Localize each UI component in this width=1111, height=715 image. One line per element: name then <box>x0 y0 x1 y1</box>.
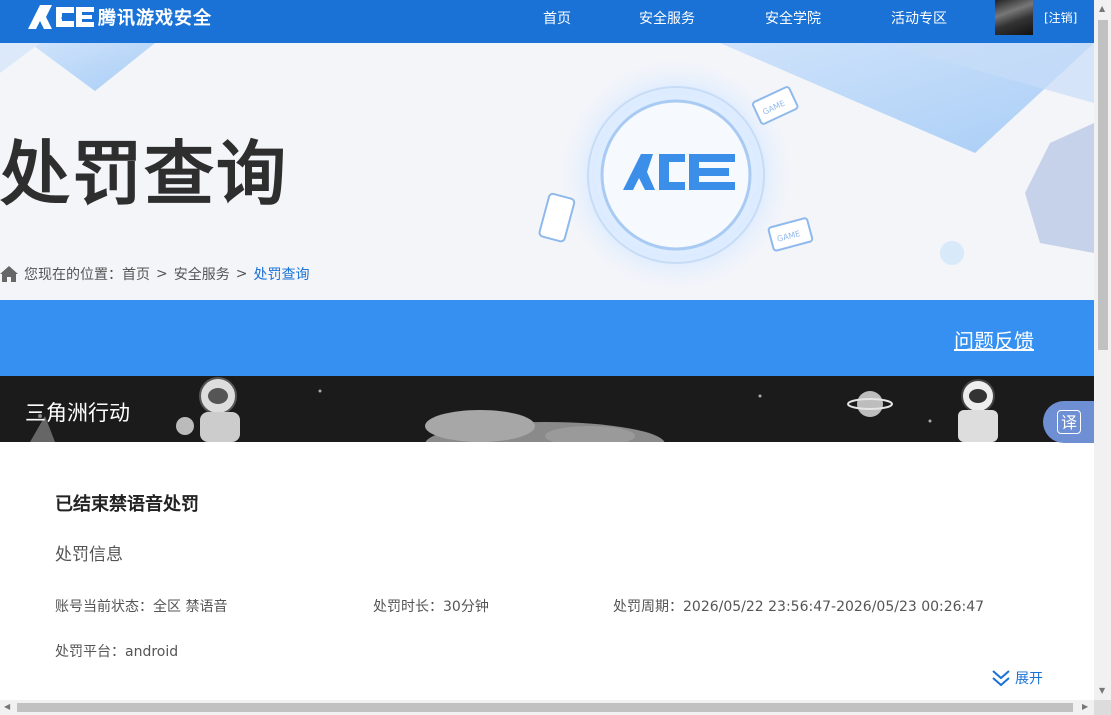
breadcrumb-current: 处罚查询 <box>253 267 310 283</box>
breadcrumb-separator: > <box>235 266 248 282</box>
ace-logo-icon: ACE <box>28 5 94 29</box>
vertical-scrollbar-thumb[interactable] <box>1098 20 1108 350</box>
translate-button[interactable]: 译 <box>1043 401 1094 443</box>
decor-figure <box>1025 123 1094 253</box>
feedback-link[interactable]: 问题反馈 <box>954 325 1034 354</box>
top-nav-bar: ACE 腾讯游戏安全 首页 安全服务 安全学院 活动专区 [注销] <box>0 0 1094 43</box>
decor-bubble <box>940 241 964 265</box>
phone-icon <box>538 192 576 243</box>
scroll-right-arrow-icon[interactable]: ▶ <box>1082 703 1088 711</box>
nav-item-security-service[interactable]: 安全服务 <box>639 8 695 28</box>
translate-icon: 译 <box>1057 410 1081 434</box>
expand-button[interactable]: 展开 <box>991 668 1043 688</box>
nav-item-home[interactable]: 首页 <box>543 8 571 28</box>
expand-label: 展开 <box>1015 671 1043 687</box>
page: ACE 腾讯游戏安全 首页 安全服务 安全学院 活动专区 [注销] GAME G… <box>0 0 1094 700</box>
logout-link[interactable]: [注销] <box>1044 9 1077 26</box>
brand-logo[interactable]: ACE 腾讯游戏安全 <box>26 2 212 32</box>
user-avatar[interactable] <box>995 0 1033 35</box>
scrollbar-corner <box>1094 700 1111 715</box>
astronaut-right-icon <box>958 379 998 442</box>
spaceship-icon <box>425 410 665 442</box>
planet-icon <box>847 391 893 417</box>
nav-item-events[interactable]: 活动专区 <box>891 8 947 28</box>
scroll-up-arrow-icon[interactable]: ▲ <box>1099 5 1105 13</box>
punishment-status-title: 已结束禁语音处罚 <box>55 494 199 515</box>
double-chevron-down-icon <box>992 670 1010 687</box>
breadcrumb: 您现在的位置： 首页 > 安全服务 > 处罚查询 <box>0 264 309 284</box>
decor-triangle-corner <box>0 43 40 73</box>
breadcrumb-prefix: 您现在的位置： <box>24 267 122 283</box>
logo-mark-text: ACE <box>61 15 71 21</box>
punishment-period: 处罚周期：2026/05/22 23:56:47-2026/05/23 00:2… <box>613 599 985 615</box>
feedback-bar: 问题反馈 <box>0 300 1094 376</box>
nav-item-security-academy[interactable]: 安全学院 <box>765 8 821 28</box>
punishment-details: 已结束禁语音处罚 处罚信息 账号当前状态：全区 禁语音 处罚时长：30分钟 处罚… <box>0 442 1094 700</box>
scroll-down-arrow-icon[interactable]: ▼ <box>1099 687 1105 695</box>
astronaut-left-icon <box>176 377 240 442</box>
punishment-duration: 处罚时长：30分钟 <box>373 599 489 615</box>
brand-name: 腾讯游戏安全 <box>98 8 212 29</box>
breadcrumb-security-service[interactable]: 安全服务 <box>174 264 230 284</box>
account-status: 账号当前状态：全区 禁语音 <box>55 599 228 615</box>
breadcrumb-home[interactable]: 首页 <box>122 264 150 284</box>
game-banner: 三角洲行动 <box>0 376 1094 442</box>
hero-banner: GAME GAME 处罚查询 您现在的位置： 首页 > 安全服务 > 处罚查询 <box>0 43 1094 300</box>
page-title: 处罚查询 <box>0 133 288 215</box>
decor-triangle-left <box>30 43 155 91</box>
punishment-info-heading: 处罚信息 <box>55 545 123 565</box>
game-banner-art <box>30 377 998 442</box>
game-name: 三角洲行动 <box>25 401 130 425</box>
punishment-platform: 处罚平台：android <box>55 644 179 660</box>
breadcrumb-separator: > <box>156 266 168 282</box>
horizontal-scrollbar-thumb[interactable] <box>17 703 1073 712</box>
scroll-left-arrow-icon[interactable]: ◀ <box>4 703 10 711</box>
home-icon <box>0 266 18 282</box>
